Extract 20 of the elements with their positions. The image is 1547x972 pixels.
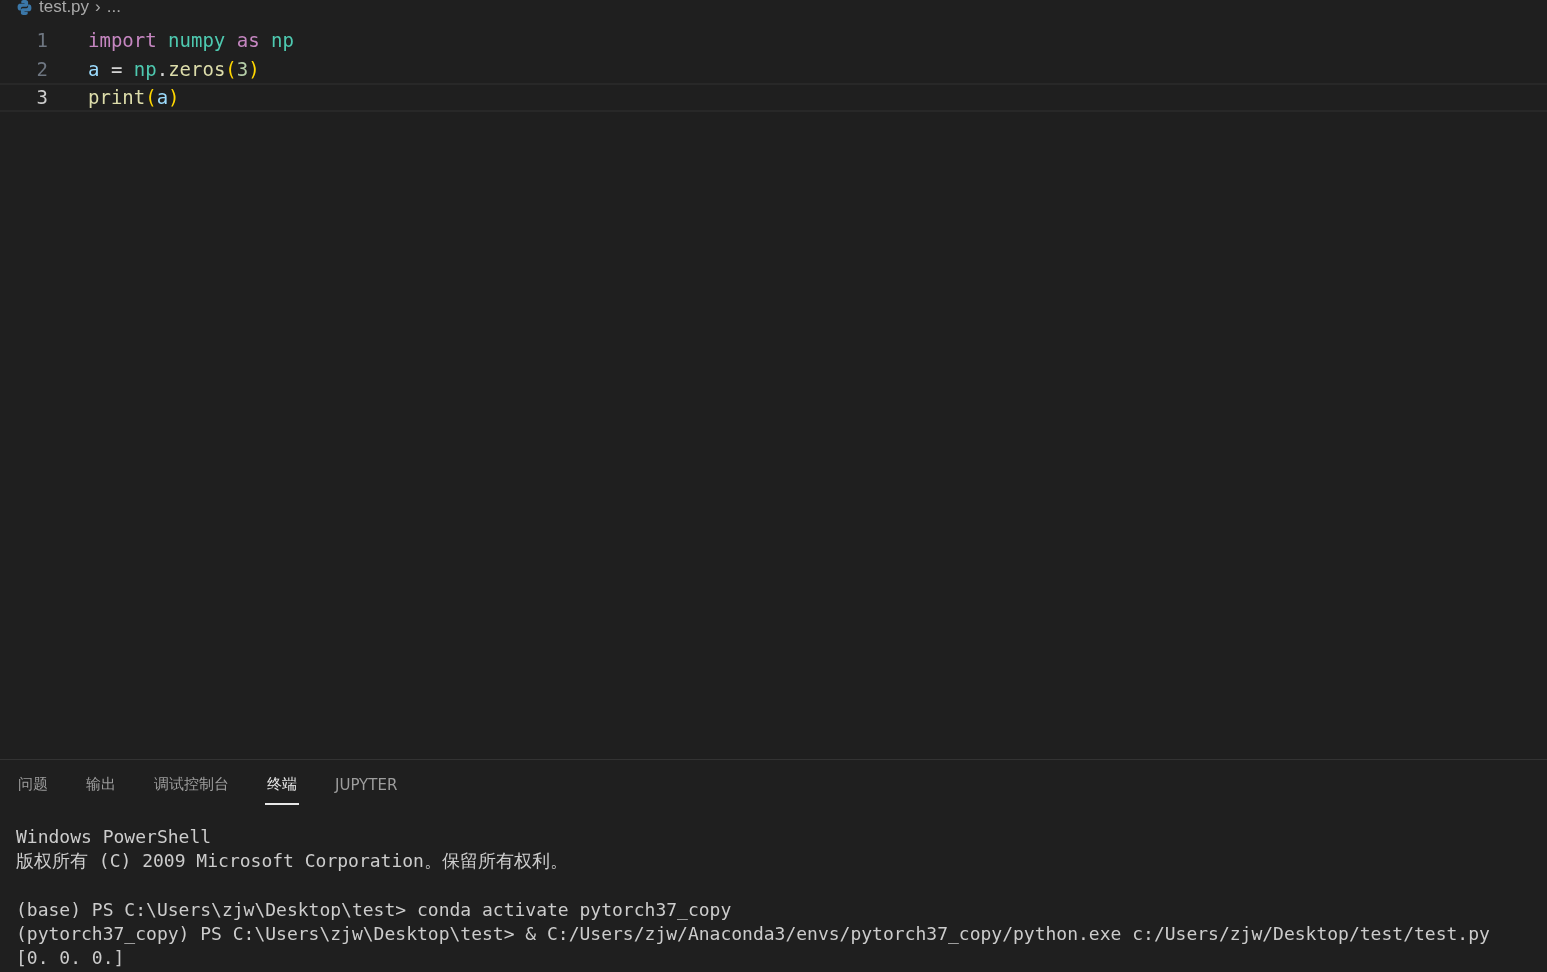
- terminal-line: Windows PowerShell: [16, 826, 212, 847]
- panel-tab[interactable]: 调试控制台: [152, 771, 231, 805]
- code-line: import numpy as np: [88, 29, 294, 52]
- panel-tab[interactable]: JUPYTER: [333, 771, 400, 805]
- code-line: a = np.zeros(3): [88, 57, 260, 80]
- breadcrumb-more[interactable]: ...: [106, 0, 121, 16]
- panel-tab[interactable]: 问题: [16, 771, 50, 805]
- line-number: 1: [35, 29, 48, 52]
- breadcrumb-separator: ›: [95, 0, 101, 16]
- terminal-line: [0. 0. 0.]: [16, 946, 125, 968]
- python-file-icon: [16, 0, 33, 16]
- terminal-line: 版权所有 (C) 2009 Microsoft Corporation。保留所有权利。: [16, 850, 568, 872]
- line-number: 2: [35, 57, 48, 80]
- terminal-line: (base) PS C:\Users\zjw\Desktop\test> conda activate pytorch37_copy: [16, 898, 732, 920]
- line-number: 3: [35, 86, 48, 109]
- panel-tab[interactable]: 输出: [84, 771, 118, 805]
- breadcrumb-file[interactable]: test.py: [39, 0, 90, 16]
- code-line: print(a): [88, 86, 180, 109]
- panel-tab[interactable]: 终端: [265, 771, 299, 805]
- terminal-line: (pytorch37_copy) PS C:\Users\zjw\Desktop\test> & C:/Users/zjw/Anaconda3/envs/pytorch37_copy/python.exe c:/Users/zjw/Desktop/test/test.py: [16, 922, 1490, 944]
